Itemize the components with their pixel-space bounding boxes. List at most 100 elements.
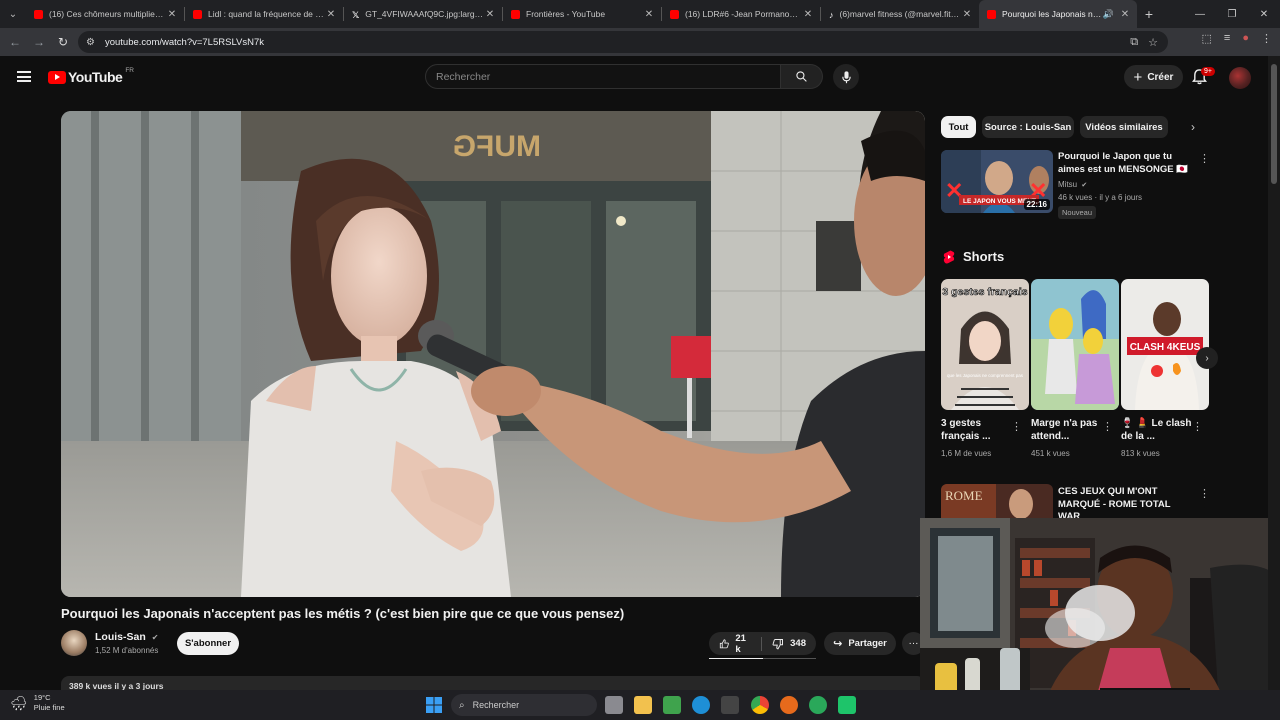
short-thumbnail[interactable] — [1031, 279, 1119, 410]
close-icon[interactable]: ✕ — [1119, 9, 1131, 20]
close-window-icon[interactable]: ✕ — [1248, 0, 1280, 28]
kebab-menu-icon[interactable]: ⋮ — [1199, 152, 1210, 165]
restore-icon[interactable]: ❐ — [1216, 0, 1248, 28]
edge-icon[interactable] — [692, 696, 710, 714]
browser-tab[interactable]: Frontières - YouTube ✕ — [503, 0, 661, 28]
channel-avatar[interactable] — [61, 630, 87, 656]
short-title[interactable]: 3 gestes français ... — [941, 417, 1013, 443]
close-icon[interactable]: ✕ — [325, 9, 337, 20]
short-views: 813 k vues — [1121, 449, 1160, 458]
chip-source-channel[interactable]: Source : Louis-San — [982, 116, 1074, 138]
weather-condition: Pluie fine — [33, 703, 65, 712]
recommended-channel-name: Mitsu — [1058, 180, 1078, 189]
chevron-right-icon: › — [1205, 352, 1209, 364]
browser-toolbar: ← → ↻ ⚙ youtube.com/watch?v=7L5RSLVsN7k … — [0, 28, 1280, 56]
tab-search-icon[interactable]: ⌄ — [0, 0, 26, 28]
create-button[interactable]: + Créer — [1124, 65, 1183, 89]
page-scrollbar[interactable] — [1268, 56, 1280, 690]
address-bar[interactable]: ⚙ youtube.com/watch?v=7L5RSLVsN7k ⧉ ☆ — [78, 31, 1168, 53]
short-title[interactable]: Marge n'a pas attend... — [1031, 417, 1103, 443]
rain-cloud-icon: 🌧 — [10, 694, 28, 711]
search-icon — [796, 71, 807, 82]
messaging-app-icon[interactable] — [838, 696, 856, 714]
nvidia-icon[interactable] — [663, 696, 681, 714]
youtube-logo[interactable]: YouTube FR — [48, 67, 134, 85]
video-player[interactable]: MUFG — [61, 111, 925, 597]
channel-name-text: Louis-San — [95, 631, 146, 643]
share-button[interactable]: ↪ Partager — [824, 632, 896, 655]
task-view-icon[interactable] — [605, 696, 623, 714]
close-icon[interactable]: ✕ — [484, 9, 496, 20]
recommended-video-title[interactable]: Pourquoi le Japon que tu aimes est un ME… — [1058, 151, 1194, 176]
taskbar-search-label: Rechercher — [472, 700, 520, 710]
close-icon[interactable]: ✕ — [166, 9, 178, 20]
file-explorer-icon[interactable] — [634, 696, 652, 714]
search-button[interactable] — [781, 64, 823, 89]
firefox-icon[interactable] — [780, 696, 798, 714]
short-thumbnail[interactable]: 3 gestes français que les Japonais ne co… — [941, 279, 1029, 410]
subscribe-button[interactable]: S'abonner — [177, 632, 239, 655]
search-icon: ⌕ — [459, 699, 465, 711]
speaker-icon[interactable]: 🔊 — [1103, 9, 1114, 20]
account-avatar[interactable] — [1229, 67, 1251, 89]
video-title: Pourquoi les Japonais n'acceptent pas le… — [61, 606, 625, 621]
reload-icon[interactable]: ↻ — [51, 30, 75, 54]
like-dislike-group: 21 k 348 — [709, 632, 816, 655]
microphone-icon — [841, 70, 851, 83]
chrome-icon[interactable] — [751, 696, 769, 714]
short-title[interactable]: 🍷 💄 Le clash de la ... — [1121, 417, 1193, 443]
back-icon[interactable]: ← — [3, 30, 27, 54]
thumbs-up-icon — [719, 638, 729, 648]
recommended-video-thumbnail[interactable]: ✕ ✕ LE JAPON VOUS MENT 22:16 — [941, 150, 1053, 213]
short-thumbnail[interactable]: CLASH 4KEUS — [1121, 279, 1209, 410]
windows-start-icon[interactable] — [425, 696, 443, 714]
close-icon[interactable]: ✕ — [643, 9, 655, 20]
extensions-icon[interactable]: ⬚ — [1202, 32, 1212, 45]
minimize-icon[interactable]: — — [1184, 0, 1216, 28]
browser-tab[interactable]: (16) LDR#6 -Jean Pormanove -... ✕ — [662, 0, 820, 28]
site-info-icon[interactable]: ⚙ — [86, 37, 95, 48]
dislike-button[interactable]: 348 — [762, 632, 816, 655]
chevron-right-icon[interactable]: › — [1184, 118, 1202, 136]
short-image: CLASH 4KEUS — [1121, 279, 1209, 410]
dislike-count: 348 — [790, 638, 806, 649]
media-control-icon[interactable]: ≡ — [1224, 32, 1230, 45]
shorts-header: Shorts — [943, 249, 1004, 264]
browser-tab[interactable]: ♪ (6)marvel fitness (@marvel.fit) |... ✕ — [821, 0, 979, 28]
chip-all[interactable]: Tout — [941, 116, 976, 138]
menu-icon[interactable] — [17, 71, 31, 82]
forward-icon[interactable]: → — [27, 30, 51, 54]
taskbar-search[interactable]: ⌕ Rechercher — [451, 694, 597, 716]
weather-widget[interactable]: 🌧 19°C Pluie fine — [10, 693, 65, 713]
kebab-menu-icon[interactable]: ⋮ — [1192, 420, 1203, 433]
app-icon[interactable] — [809, 696, 827, 714]
browser-tab-active[interactable]: Pourquoi les Japonais n'acc... 🔊 ✕ — [979, 0, 1137, 28]
chrome-menu-icon[interactable]: ⋮ — [1261, 32, 1272, 45]
voice-search-button[interactable] — [833, 64, 859, 90]
shorts-next-button[interactable]: › — [1196, 347, 1218, 369]
profile-icon[interactable]: ● — [1242, 32, 1249, 45]
install-app-icon[interactable]: ⧉ — [1130, 36, 1138, 49]
kebab-menu-icon[interactable]: ⋮ — [1011, 420, 1022, 433]
close-icon[interactable]: ✕ — [802, 9, 814, 20]
recommended-channel[interactable]: Mitsu ✔ — [1058, 180, 1087, 189]
browser-tab[interactable]: 𝕏 GT_4VFIWAAAfQ9C.jpg:large (... ✕ — [344, 0, 502, 28]
chip-similar-videos[interactable]: Vidéos similaires — [1080, 116, 1168, 138]
kebab-menu-icon[interactable]: ⋮ — [1199, 487, 1210, 500]
store-icon[interactable] — [721, 696, 739, 714]
new-tab-button[interactable]: + — [1137, 6, 1161, 22]
browser-tab[interactable]: Lidl : quand la fréquence de tra... ✕ — [185, 0, 343, 28]
search-input[interactable] — [436, 70, 780, 83]
tiktok-icon: ♪ — [829, 9, 834, 20]
tab-title: Frontières - YouTube — [526, 9, 606, 19]
close-icon[interactable]: ✕ — [961, 9, 973, 20]
youtube-icon — [987, 9, 996, 19]
short-caption: CLASH 4KEUS — [1130, 342, 1201, 353]
channel-name[interactable]: Louis-San ✔ — [95, 631, 158, 643]
windows-taskbar: 🌧 19°C Pluie fine ⌕ Rechercher — [0, 690, 1280, 720]
browser-tab[interactable]: (16) Ces chômeurs multiplient l... ✕ — [26, 0, 184, 28]
kebab-menu-icon[interactable]: ⋮ — [1102, 420, 1113, 433]
bookmark-star-icon[interactable]: ☆ — [1148, 36, 1158, 49]
scrollbar-thumb[interactable] — [1271, 64, 1277, 184]
like-button[interactable]: 21 k — [709, 632, 761, 655]
